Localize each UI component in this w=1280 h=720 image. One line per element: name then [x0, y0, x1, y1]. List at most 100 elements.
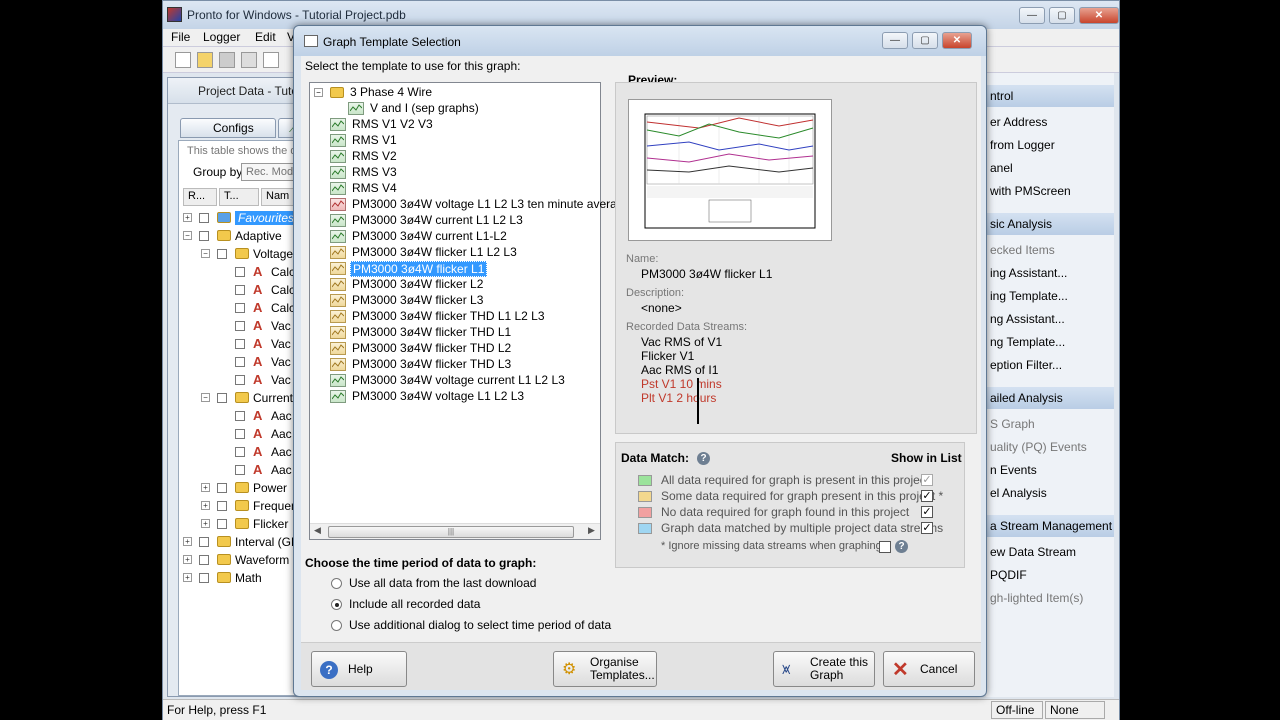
- collapse-icon[interactable]: −: [314, 88, 323, 97]
- graph-template-icon: [330, 134, 346, 147]
- save-icon[interactable]: [219, 52, 235, 68]
- open-folder-icon[interactable]: [197, 52, 213, 68]
- row-checkbox[interactable]: [235, 321, 245, 331]
- task-item[interactable]: uality (PQ) Events: [990, 440, 1087, 454]
- row-checkbox[interactable]: [235, 411, 245, 421]
- period-option-label[interactable]: Include all recorded data: [349, 597, 480, 611]
- expand-icon[interactable]: +: [201, 501, 210, 510]
- period-radio[interactable]: [331, 599, 342, 610]
- task-item[interactable]: anel: [990, 161, 1013, 175]
- maximize-icon[interactable]: ▢: [1049, 7, 1075, 24]
- dialog-maximize-icon[interactable]: ▢: [912, 32, 938, 49]
- tab-configs[interactable]: Configs: [180, 118, 276, 138]
- template-label: PM3000 3ø4W flicker L1: [350, 261, 488, 277]
- expand-icon[interactable]: +: [183, 537, 192, 546]
- folder-icon: [217, 554, 231, 565]
- scroll-right-icon[interactable]: ▶: [588, 525, 595, 536]
- task-item[interactable]: ng Assistant...: [990, 312, 1065, 326]
- task-item[interactable]: ew Data Stream: [990, 545, 1076, 559]
- task-item[interactable]: ing Assistant...: [990, 266, 1067, 280]
- row-checkbox[interactable]: [217, 393, 227, 403]
- ignore-missing-checkbox[interactable]: [879, 541, 891, 553]
- scroll-left-icon[interactable]: ◀: [314, 525, 321, 536]
- task-item[interactable]: S Graph: [990, 417, 1035, 431]
- task-section-header[interactable]: ailed Analysis: [986, 387, 1114, 409]
- organise-templates-button[interactable]: ⚙ Organise Templates...: [553, 651, 657, 687]
- show-in-list-checkbox[interactable]: ✓: [921, 490, 933, 502]
- task-item[interactable]: PQDIF: [990, 568, 1027, 582]
- expand-icon[interactable]: −: [201, 249, 210, 258]
- period-option-label[interactable]: Use additional dialog to select time per…: [349, 618, 611, 632]
- row-checkbox[interactable]: [199, 555, 209, 565]
- task-item[interactable]: ng Template...: [990, 335, 1065, 349]
- period-radio[interactable]: [331, 620, 342, 631]
- row-checkbox[interactable]: [217, 249, 227, 259]
- row-checkbox[interactable]: [235, 303, 245, 313]
- row-checkbox[interactable]: [235, 285, 245, 295]
- data-match-help-icon[interactable]: ?: [697, 452, 710, 465]
- task-item[interactable]: gh-lighted Item(s): [990, 591, 1083, 605]
- template-tree[interactable]: − 3 Phase 4 Wire V and I (sep graphs) RMS V…: [309, 82, 630, 540]
- match-description: Graph data matched by multiple project d…: [661, 521, 944, 535]
- task-item[interactable]: eption Filter...: [990, 358, 1062, 372]
- row-checkbox[interactable]: [235, 267, 245, 277]
- task-item[interactable]: ecked Items: [990, 243, 1055, 257]
- graph-preview-thumbnail: [628, 99, 832, 241]
- menu-edit[interactable]: Edit: [255, 30, 276, 44]
- show-in-list-checkbox[interactable]: ✓: [921, 506, 933, 518]
- row-checkbox[interactable]: [235, 465, 245, 475]
- task-section-header[interactable]: a Stream Management: [986, 515, 1114, 537]
- cancel-button[interactable]: ✕ Cancel: [883, 651, 975, 687]
- task-item[interactable]: el Analysis: [990, 486, 1047, 500]
- task-item[interactable]: from Logger: [990, 138, 1055, 152]
- task-section-header[interactable]: ntrol: [986, 85, 1114, 107]
- row-checkbox[interactable]: [199, 573, 209, 583]
- show-in-list-checkbox[interactable]: ✓: [921, 474, 933, 486]
- print-icon[interactable]: [241, 52, 257, 68]
- new-file-icon[interactable]: [175, 52, 191, 68]
- match-color-swatch: [638, 507, 652, 518]
- project-tree-label: Current: [253, 391, 294, 405]
- expand-icon[interactable]: +: [183, 213, 192, 222]
- dialog-close-icon[interactable]: ✕: [942, 32, 972, 49]
- close-icon[interactable]: ✕: [1079, 7, 1119, 24]
- minimize-icon[interactable]: —: [1019, 7, 1045, 24]
- column-t[interactable]: T...: [219, 188, 259, 206]
- row-checkbox[interactable]: [199, 537, 209, 547]
- horizontal-scrollbar[interactable]: ◀ ||| ▶: [310, 523, 600, 539]
- show-in-list-checkbox[interactable]: ✓: [921, 522, 933, 534]
- row-checkbox[interactable]: [217, 519, 227, 529]
- scroll-thumb[interactable]: |||: [328, 526, 574, 538]
- row-checkbox[interactable]: [199, 213, 209, 223]
- expand-icon[interactable]: +: [183, 573, 192, 582]
- task-section-header[interactable]: sic Analysis: [986, 213, 1114, 235]
- row-checkbox[interactable]: [217, 501, 227, 511]
- print-preview-icon[interactable]: [263, 52, 279, 68]
- menu-file[interactable]: File: [171, 30, 190, 44]
- help-button[interactable]: ? Help: [311, 651, 407, 687]
- create-graph-button[interactable]: ⩙ Create this Graph: [773, 651, 875, 687]
- expand-icon[interactable]: +: [201, 483, 210, 492]
- task-item[interactable]: ing Template...: [990, 289, 1068, 303]
- task-item[interactable]: n Events: [990, 463, 1037, 477]
- row-checkbox[interactable]: [217, 483, 227, 493]
- period-radio[interactable]: [331, 578, 342, 589]
- template-label: PM3000 3ø4W current L1-L2: [352, 229, 507, 243]
- period-option-label[interactable]: Use all data from the last download: [349, 576, 536, 590]
- expand-icon[interactable]: +: [201, 519, 210, 528]
- row-checkbox[interactable]: [235, 375, 245, 385]
- row-checkbox[interactable]: [235, 357, 245, 367]
- task-item[interactable]: with PMScreen: [990, 184, 1071, 198]
- row-checkbox[interactable]: [235, 447, 245, 457]
- expand-icon[interactable]: −: [201, 393, 210, 402]
- menu-logger[interactable]: Logger: [203, 30, 240, 44]
- row-checkbox[interactable]: [235, 429, 245, 439]
- expand-icon[interactable]: +: [183, 555, 192, 564]
- row-checkbox[interactable]: [199, 231, 209, 241]
- dialog-minimize-icon[interactable]: —: [882, 32, 908, 49]
- ignore-help-icon[interactable]: ?: [895, 540, 908, 553]
- task-item[interactable]: er Address: [990, 115, 1047, 129]
- column-r[interactable]: R...: [183, 188, 217, 206]
- row-checkbox[interactable]: [235, 339, 245, 349]
- expand-icon[interactable]: −: [183, 231, 192, 240]
